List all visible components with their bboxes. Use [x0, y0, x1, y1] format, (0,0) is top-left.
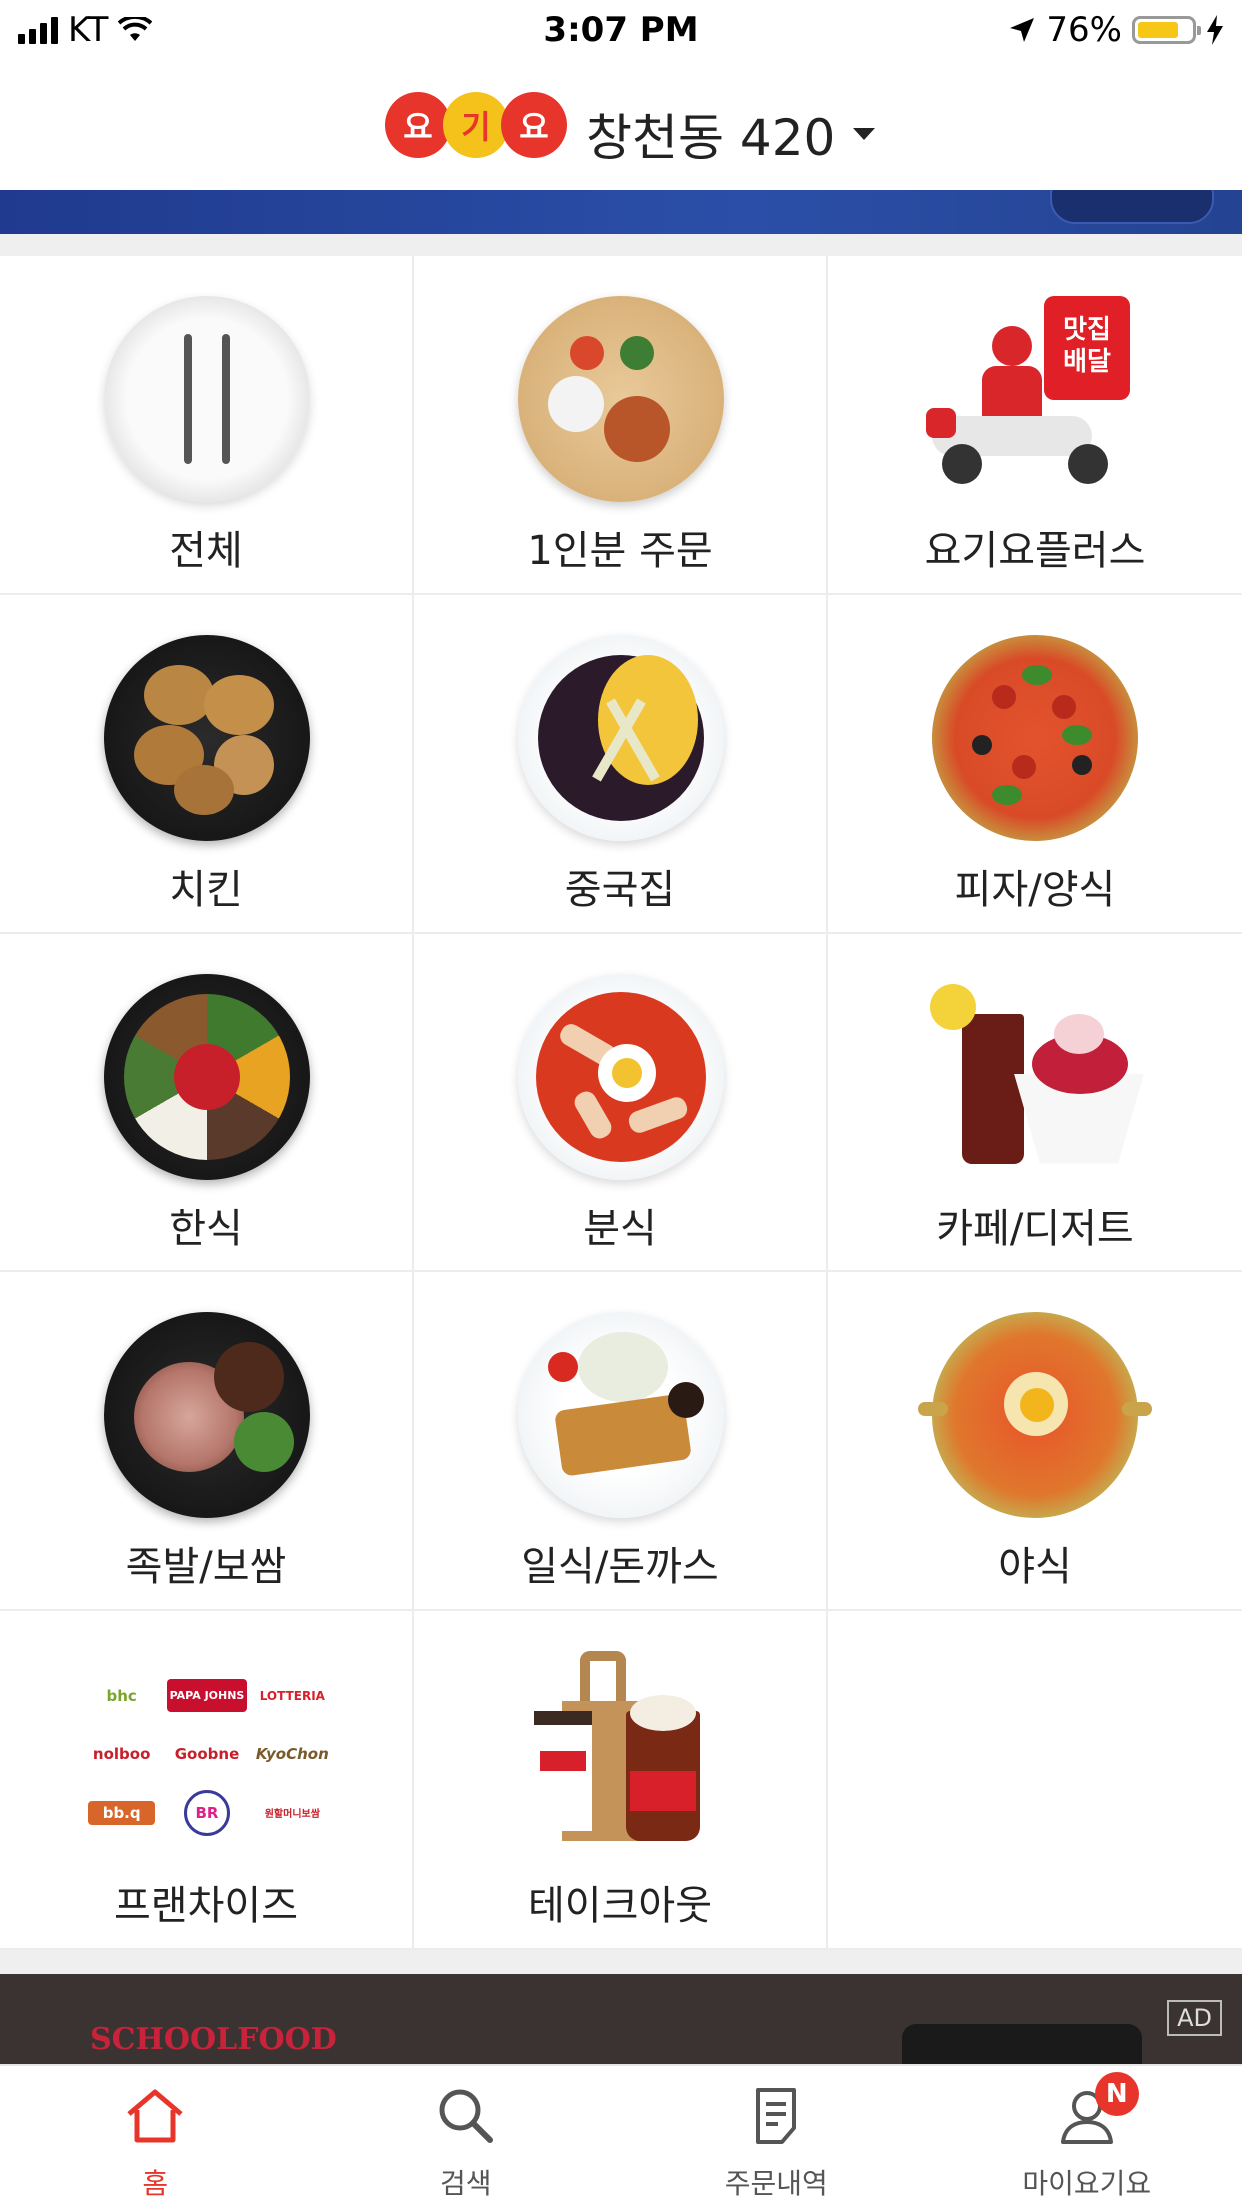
pizza-icon — [932, 634, 1138, 841]
kyochon-logo: KyoChon — [255, 1745, 329, 1764]
logo-char-3: 요 — [501, 92, 567, 158]
category-takeout[interactable]: 테이크아웃 — [414, 1611, 828, 1950]
tab-label: 검색 — [439, 2167, 492, 2200]
category-cafe-dessert[interactable]: 카페/디저트 — [828, 934, 1242, 1273]
category-single-order[interactable]: 1인분 주문 — [414, 256, 828, 595]
category-jokbal-bossam[interactable]: 족발/보쌈 — [0, 1272, 414, 1612]
ramen-pot-icon — [918, 1312, 1152, 1519]
category-label: 족발/보쌈 — [125, 1544, 287, 1591]
app-header: 요 기 요 창천동 420 — [0, 60, 1242, 190]
tab-label: 홈 — [142, 2167, 169, 2200]
schoolfood-logo: SCHOOLFOOD — [90, 2022, 337, 2057]
tab-label: 주문내역 — [724, 2167, 828, 2200]
location-selector[interactable]: 창천동 420 — [586, 98, 876, 170]
category-japanese-tonkatsu[interactable]: 일식/돈까스 — [414, 1272, 828, 1612]
nolboo-logo: nolboo — [92, 1745, 151, 1764]
cutlery-plate-icon — [104, 296, 310, 502]
category-pizza[interactable]: 피자/양식 — [828, 595, 1242, 934]
ad-banner[interactable]: SCHOOLFOOD AD — [0, 1974, 1242, 2064]
category-label: 카페/디저트 — [936, 1205, 1134, 1252]
wonhalmoni-logo: 원할머니보쌈 — [264, 1809, 320, 1821]
location-arrow-icon — [1010, 18, 1035, 42]
takeout-cups-icon — [518, 1651, 724, 1857]
iced-drink-bingsu-icon — [930, 974, 1144, 1180]
category-label: 분식 — [583, 1205, 657, 1252]
tonkatsu-icon — [518, 1312, 724, 1519]
tab-search[interactable]: 검색 — [311, 2066, 622, 2208]
papa-johns-logo: PAPA JOHNS — [167, 1679, 247, 1712]
empty-cell — [828, 1611, 1242, 1950]
baskin-robbins-logo: BR — [183, 1789, 230, 1836]
tab-home[interactable]: 홈 — [0, 2066, 311, 2208]
goobne-logo: Goobne — [174, 1745, 240, 1764]
battery-icon — [1132, 16, 1201, 44]
yogiyo-logo: 요 기 요 — [385, 92, 567, 158]
location-label: 창천동 420 — [586, 109, 836, 167]
logo-char-2: 기 — [443, 92, 509, 158]
battery-percent: 76% — [1046, 10, 1122, 50]
category-label: 테이크아웃 — [528, 1883, 712, 1930]
single-meal-tray-icon — [518, 296, 724, 502]
section-divider — [0, 234, 1242, 256]
tab-label: 마이요기요 — [1022, 2167, 1152, 2200]
bhc-logo: bhc — [106, 1686, 137, 1705]
food-tray-image — [902, 2024, 1142, 2064]
category-label: 중국집 — [564, 866, 676, 913]
logo-char-1: 요 — [385, 92, 451, 158]
notification-badge: N — [1094, 2072, 1139, 2116]
home-icon — [127, 2089, 183, 2143]
delivery-box: 맛집 배달 — [1044, 296, 1130, 400]
section-divider — [0, 1950, 1242, 1974]
category-label: 요기요플러스 — [924, 528, 1146, 574]
bottom-tab-bar: 홈 검색 주문내역 N 마이요기요 — [0, 2064, 1242, 2208]
category-franchise[interactable]: bhc PAPA JOHNS LOTTERIA nolboo Goobne Ky… — [0, 1611, 414, 1950]
category-late-night[interactable]: 야식 — [828, 1272, 1242, 1612]
charging-bolt-icon — [1207, 15, 1223, 45]
category-grid: 전체 1인분 주문 맛집 배달 요기요플러스 치킨 중국집 피자/양식 한식 분… — [0, 256, 1242, 1950]
search-icon — [439, 2089, 493, 2143]
category-chicken[interactable]: 치킨 — [0, 594, 414, 934]
status-bar: KT 3:07 PM 76% — [0, 0, 1242, 60]
tteokbokki-icon — [518, 973, 724, 1180]
bbq-logo: bb.q — [88, 1800, 156, 1826]
ad-badge: AD — [1167, 2000, 1222, 2036]
category-label: 1인분 주문 — [527, 528, 713, 574]
tab-my-yogiyo[interactable]: N 마이요기요 — [932, 2066, 1242, 2208]
category-bunsik[interactable]: 분식 — [414, 933, 828, 1273]
order-history-icon — [756, 2088, 797, 2144]
bibimbap-icon — [104, 973, 310, 1180]
promo-banner[interactable] — [0, 190, 1242, 234]
tab-orders[interactable]: 주문내역 — [621, 2066, 932, 2208]
battery-fill — [1138, 22, 1178, 38]
jokbal-icon — [104, 1312, 310, 1519]
category-label: 피자/양식 — [954, 866, 1116, 913]
banner-page-indicator — [1050, 190, 1214, 224]
jajangmyeon-icon — [518, 634, 724, 841]
category-label: 야식 — [998, 1544, 1072, 1591]
category-chinese[interactable]: 중국집 — [414, 594, 828, 934]
category-yogiyo-plus[interactable]: 맛집 배달 요기요플러스 — [828, 256, 1242, 595]
category-label: 프랜차이즈 — [114, 1883, 298, 1930]
category-korean[interactable]: 한식 — [0, 933, 414, 1273]
delivery-scooter-icon: 맛집 배달 — [926, 296, 1138, 502]
status-right: 76% — [1008, 10, 1224, 50]
category-label: 한식 — [169, 1205, 243, 1252]
lotteria-logo: LOTTERIA — [259, 1688, 325, 1703]
category-label: 전체 — [169, 528, 243, 574]
category-all[interactable]: 전체 — [0, 256, 414, 595]
category-label: 치킨 — [169, 866, 243, 913]
chevron-down-icon — [853, 128, 876, 140]
franchise-logos: bhc PAPA JOHNS LOTTERIA nolboo Goobne Ky… — [82, 1669, 332, 1839]
fried-chicken-icon — [104, 634, 310, 841]
category-label: 일식/돈까스 — [521, 1544, 719, 1591]
